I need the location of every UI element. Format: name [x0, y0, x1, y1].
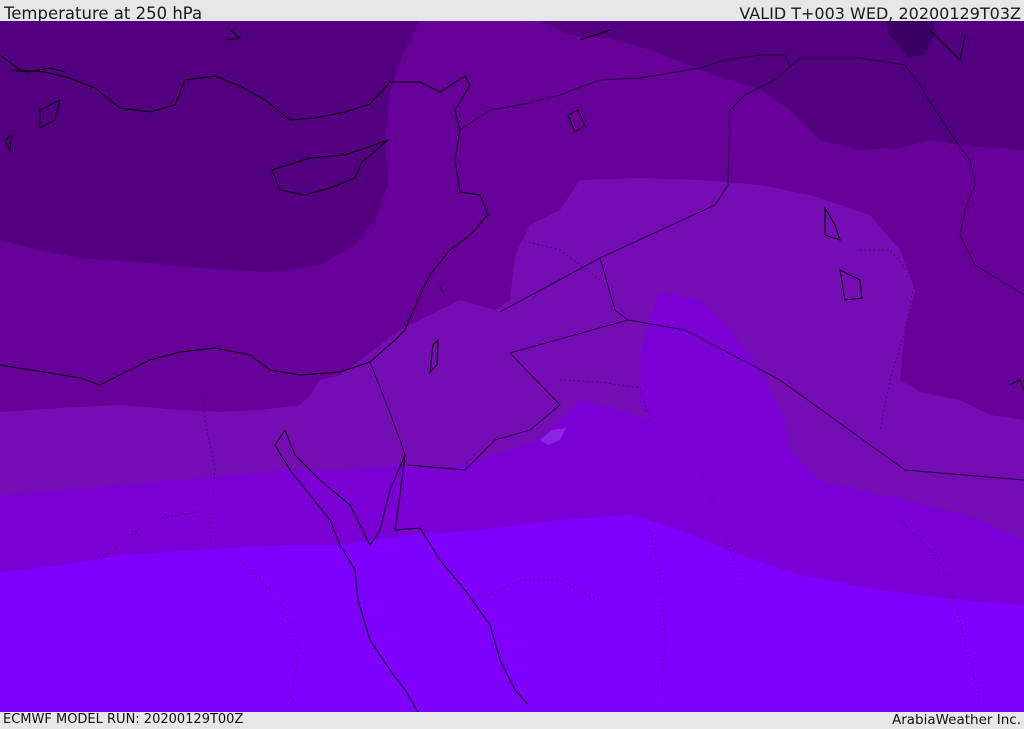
- model-run-label: ECMWF MODEL RUN: 20200129T00Z: [3, 712, 244, 727]
- header-bar: Temperature at 250 hPa VALID T+003 WED, …: [0, 0, 1024, 23]
- temperature-map[interactable]: [0, 21, 1024, 712]
- footer-bar: ECMWF MODEL RUN: 20200129T00Z ArabiaWeat…: [0, 712, 1024, 729]
- credit-label: ArabiaWeather Inc.: [891, 712, 1021, 728]
- temperature-band-1: [0, 21, 420, 272]
- forecast-map-viewer: Temperature at 250 hPa VALID T+003 WED, …: [0, 0, 1024, 729]
